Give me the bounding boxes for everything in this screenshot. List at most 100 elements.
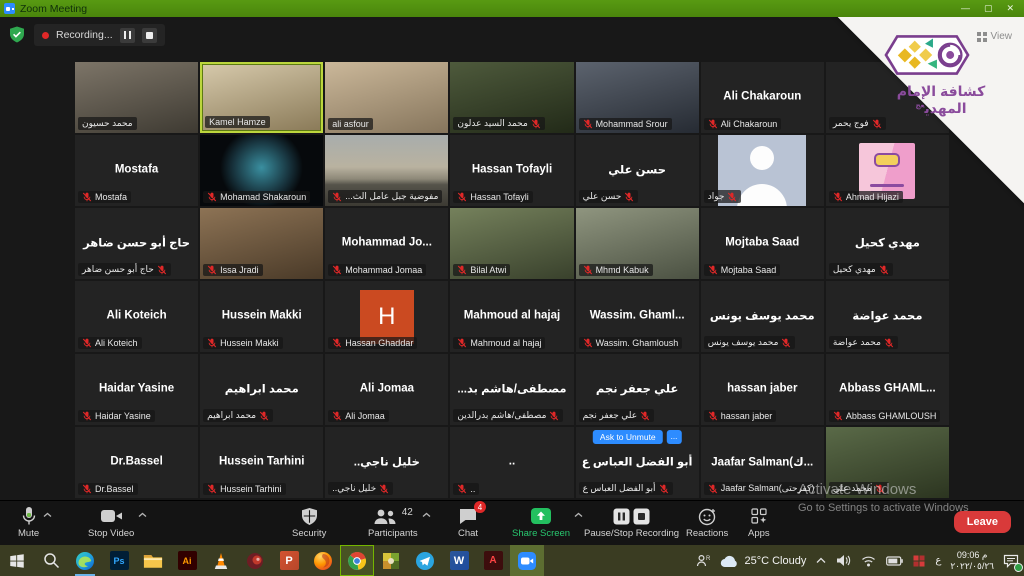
participant-tile[interactable]: hassan jaberhassan jaber xyxy=(701,354,824,425)
participant-tile[interactable]: مصطفى/هاشم بد...مصطفى/هاشم بدرالدين xyxy=(450,354,573,425)
participant-tile[interactable]: محمد علي xyxy=(826,427,949,498)
participant-tile[interactable]: فوج يحمر xyxy=(826,62,949,133)
participant-tile[interactable]: Mohammad Jo...Mohammad Jomaa xyxy=(325,208,448,279)
photoshop-icon[interactable]: Ps xyxy=(102,545,136,576)
participant-tile[interactable]: Abbass GHAML...Abbass GHAMLOUSH xyxy=(826,354,949,425)
meeting-info-shield-icon[interactable] xyxy=(9,26,25,43)
maximize-button[interactable]: ▢ xyxy=(984,0,993,17)
pause-stop-recording-button[interactable]: Pause/Stop Recording xyxy=(584,505,679,539)
battery-icon[interactable] xyxy=(881,545,908,576)
participant-tile[interactable]: Ahmad Hijazi xyxy=(826,135,949,206)
participant-tile[interactable]: محمد ابراهيممحمد ابراهيم xyxy=(200,354,323,425)
pause-icon[interactable] xyxy=(613,508,630,525)
close-button[interactable]: ✕ xyxy=(1006,0,1014,17)
participant-display-name: حسن علي xyxy=(578,162,697,176)
zoom-taskbar-icon[interactable] xyxy=(510,545,544,576)
word-icon[interactable]: W xyxy=(442,545,476,576)
reactions-button[interactable]: Reactions xyxy=(686,505,728,539)
share-screen-button[interactable]: Share Screen xyxy=(512,505,570,539)
participant-tile[interactable]: Ali KoteichAli Koteich xyxy=(75,281,198,352)
participant-name-text: Ali Chakaroun xyxy=(721,119,778,129)
participant-tile[interactable]: جواد xyxy=(701,135,824,206)
ask-to-unmute-button[interactable]: Ask to Unmute xyxy=(593,430,663,444)
pause-recording-button[interactable] xyxy=(120,28,135,43)
taskbar-clock[interactable]: 09:06 م٢٠٢٢/٠٥/٢٦ xyxy=(946,545,998,576)
view-button[interactable]: View xyxy=(977,31,1013,42)
participant-tile[interactable]: HHassan Ghaddar xyxy=(325,281,448,352)
participant-tile[interactable]: Ali JomaaAli Jomaa xyxy=(325,354,448,425)
stop-video-chevron-icon[interactable] xyxy=(138,512,147,518)
participant-tile[interactable]: Mohammad Srour xyxy=(576,62,699,133)
participant-tile[interactable]: محمد حسيون xyxy=(75,62,198,133)
participant-tile[interactable]: Hussein MakkiHussein Makki xyxy=(200,281,323,352)
muted-mic-icon xyxy=(332,411,342,421)
participant-tile[interactable]: Hassan TofayliHassan Tofayli xyxy=(450,135,573,206)
security-button[interactable]: Security xyxy=(292,505,326,539)
participant-tile[interactable]: Haidar YasineHaidar Yasine xyxy=(75,354,198,425)
chat-button[interactable]: 4 Chat xyxy=(458,505,478,539)
participant-tile[interactable]: Ali ChakarounAli Chakaroun xyxy=(701,62,824,133)
leave-button[interactable]: Leave xyxy=(954,511,1011,533)
participant-tile[interactable]: Jaafar Salman(ك...Jaafar Salman(كفرحتى) xyxy=(701,427,824,498)
participant-tile[interactable]: محمد عواضةمحمد عواضة xyxy=(826,281,949,352)
powerpoint-icon[interactable]: P xyxy=(272,545,306,576)
participant-tile[interactable]: Mahmoud al hajajMahmoud al hajaj xyxy=(450,281,573,352)
participant-tile[interactable]: Issa Jradi xyxy=(200,208,323,279)
apps-button[interactable]: Apps xyxy=(748,505,770,539)
participant-tile[interactable]: Kamel Hamze xyxy=(200,62,323,133)
action-center-icon[interactable] xyxy=(998,545,1024,576)
volume-icon[interactable] xyxy=(831,545,856,576)
participant-tile[interactable]: Mohamad Shakaroun xyxy=(200,135,323,206)
stop-video-button[interactable]: Stop Video xyxy=(88,505,134,539)
participant-tile[interactable]: حسن عليحسن علي xyxy=(576,135,699,206)
participants-button[interactable]: 42 Participants xyxy=(368,505,418,539)
participant-tile[interactable]: خليل ناجي..خليل ناجي.. xyxy=(325,427,448,498)
firefox-icon[interactable] xyxy=(306,545,340,576)
mute-button[interactable]: Mute xyxy=(18,505,39,539)
vlc-icon[interactable] xyxy=(204,545,238,576)
participant-tile[interactable]: حاج أبو حسن ضاهرحاج أبو حسن ضاهر xyxy=(75,208,198,279)
participant-tile[interactable]: مهدي كحيلمهدي كحيل xyxy=(826,208,949,279)
participants-icon xyxy=(373,508,397,525)
participant-tile[interactable]: Hussein TarhiniHussein Tarhini xyxy=(200,427,323,498)
participant-name-text: حاج أبو حسن ضاهر xyxy=(82,264,154,275)
participant-tile[interactable]: Mojtaba SaadMojtaba Saad xyxy=(701,208,824,279)
start-button[interactable] xyxy=(0,545,34,576)
edge-icon[interactable] xyxy=(68,545,102,576)
acrobat-icon[interactable]: A xyxy=(476,545,510,576)
media-app-icon[interactable] xyxy=(238,545,272,576)
participant-tile[interactable]: ali asfour xyxy=(325,62,448,133)
red-grid-tray-icon[interactable] xyxy=(908,545,930,576)
illustrator-icon[interactable]: Ai xyxy=(170,545,204,576)
search-icon[interactable] xyxy=(34,545,68,576)
participant-name-text: Mohammad Jomaa xyxy=(345,265,422,275)
participants-chevron-icon[interactable] xyxy=(422,512,431,518)
participant-tile[interactable]: Wassim. Ghaml...Wassim. Ghamloush xyxy=(576,281,699,352)
participant-tile[interactable]: علي جعفر نجمعلي جعفر نجم xyxy=(576,354,699,425)
mute-chevron-icon[interactable] xyxy=(43,512,52,518)
file-explorer-icon[interactable] xyxy=(136,545,170,576)
weather-widget[interactable]: 25°C Cloudy xyxy=(715,545,811,576)
participant-tile[interactable]: Mhmd Kabuk xyxy=(576,208,699,279)
tray-contact-icon[interactable]: R xyxy=(691,545,715,576)
participant-tile[interactable]: .... xyxy=(450,427,573,498)
participant-tile[interactable]: ...مفوضية جبل عامل الث xyxy=(325,135,448,206)
network-icon[interactable] xyxy=(856,545,881,576)
colorful-app-icon[interactable] xyxy=(374,545,408,576)
meeting-toolbar: Mute Stop Video Security 42 xyxy=(0,500,1024,545)
chrome-icon[interactable] xyxy=(340,545,374,576)
participant-tile[interactable]: أبو الفضل العباس عAsk to Unmute...أبو ال… xyxy=(576,427,699,498)
participant-tile[interactable]: محمد السيد عدلون xyxy=(450,62,573,133)
tray-chevron-up-icon[interactable] xyxy=(811,545,831,576)
telegram-icon[interactable] xyxy=(408,545,442,576)
share-chevron-icon[interactable] xyxy=(574,512,583,518)
participant-tile[interactable]: MostafaMostafa xyxy=(75,135,198,206)
language-indicator[interactable]: ع xyxy=(930,545,946,576)
minimize-button[interactable]: — xyxy=(961,0,970,17)
participant-tile[interactable]: Dr.BasselDr.Bassel xyxy=(75,427,198,498)
participant-tile[interactable]: محمد يوسف يونسمحمد يوسف يونس xyxy=(701,281,824,352)
stop-icon[interactable] xyxy=(633,508,650,525)
more-options-button[interactable]: ... xyxy=(667,430,682,444)
stop-recording-button[interactable] xyxy=(142,28,157,43)
participant-tile[interactable]: Bilal Atwi xyxy=(450,208,573,279)
